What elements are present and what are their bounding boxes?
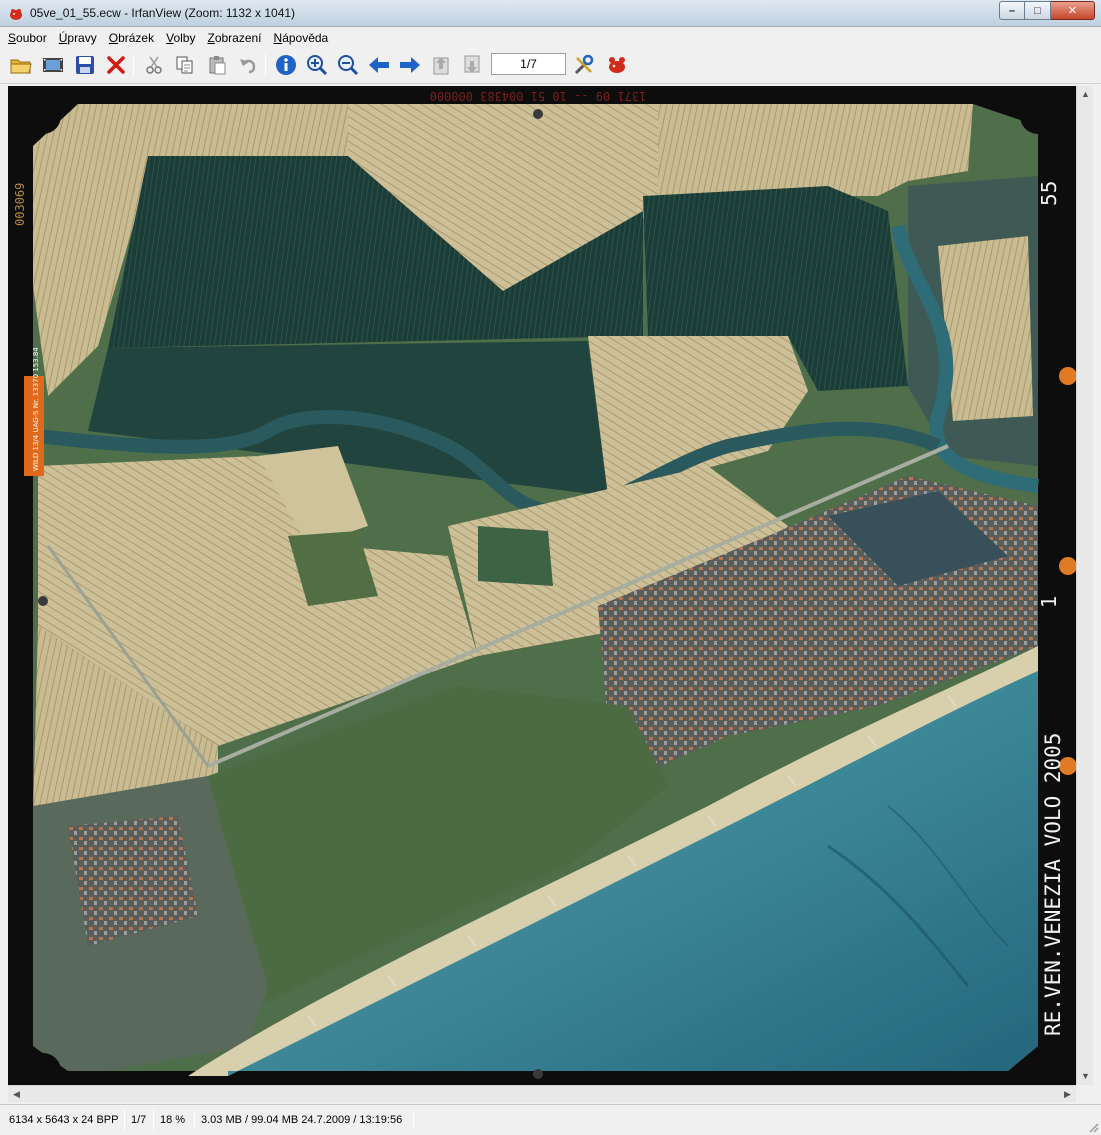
status-zoom: 18 % [160, 1114, 186, 1126]
menu-zobrazeni[interactable]: Zobrazení [207, 31, 261, 45]
save-icon[interactable] [72, 52, 98, 78]
window-controls: – □ ✕ [999, 1, 1095, 21]
status-dimensions: 6134 x 5643 x 24 BPP [9, 1114, 119, 1126]
page-up-icon[interactable] [428, 52, 454, 78]
menu-soubor[interactable]: Soubor [8, 31, 47, 45]
toolbar-separator [265, 54, 266, 76]
copy-icon[interactable] [172, 52, 198, 78]
film-frame-numbers: 1371 09 -- 10 51 004383 000000 [430, 89, 647, 103]
close-button[interactable]: ✕ [1051, 1, 1095, 20]
film-frame-number: 55 [1037, 181, 1061, 206]
page-indicator[interactable]: 1/7 [491, 53, 566, 75]
menu-bar: Soubor Úpravy Obrázek Volby Zobrazení Ná… [0, 27, 1101, 48]
scroll-right-icon[interactable]: ▶ [1059, 1086, 1076, 1103]
camera-label-text: WILD 13/4 UAG-S Nr. 13370 153.84 [32, 347, 40, 471]
status-divider [194, 1110, 195, 1130]
settings-icon[interactable] [571, 52, 597, 78]
film-caption: RE.VEN.VENEZIA VOLO 2005 [1041, 733, 1065, 1036]
title-bar: 05ve_01_55.ecw - IrfanView (Zoom: 1132 x… [0, 0, 1101, 27]
window-title: 05ve_01_55.ecw - IrfanView (Zoom: 1132 x… [30, 6, 296, 20]
image-canvas[interactable]: 1371 09 -- 10 51 004383 000000 003069 55… [8, 86, 1076, 1085]
menu-obrazek[interactable]: Obrázek [109, 31, 154, 45]
film-marker: 1 [1037, 595, 1061, 608]
zoom-out-icon[interactable] [335, 52, 361, 78]
slideshow-icon[interactable] [40, 52, 66, 78]
irfanview-app-icon[interactable] [8, 6, 24, 22]
toolbar-separator [133, 54, 134, 76]
scroll-corner [1076, 1085, 1093, 1102]
menu-napoveda[interactable]: Nápověda [274, 31, 329, 45]
scroll-left-icon[interactable]: ◀ [8, 1086, 25, 1103]
toolbar: 1/7 [0, 48, 1101, 84]
status-divider [153, 1110, 154, 1130]
next-icon[interactable] [397, 52, 423, 78]
menu-upravy[interactable]: Úpravy [59, 31, 97, 45]
previous-icon[interactable] [366, 52, 392, 78]
resize-grip-icon[interactable] [1087, 1121, 1099, 1133]
status-bar: 6134 x 5643 x 24 BPP 1/7 18 % 3.03 MB / … [0, 1104, 1101, 1135]
film-frame-code: 003069 [13, 183, 27, 226]
status-divider [124, 1110, 125, 1130]
menu-volby[interactable]: Volby [166, 31, 195, 45]
minimize-button[interactable]: – [999, 1, 1025, 20]
cut-icon[interactable] [141, 52, 167, 78]
horizontal-scrollbar[interactable]: ◀ ▶ [8, 1085, 1076, 1102]
zoom-in-icon[interactable] [304, 52, 330, 78]
maximize-button[interactable]: □ [1025, 1, 1051, 20]
irfanview-icon[interactable] [604, 52, 630, 78]
page-down-icon[interactable] [459, 52, 485, 78]
status-divider [413, 1110, 414, 1130]
aerial-photo: 1371 09 -- 10 51 004383 000000 003069 55… [8, 86, 1076, 1085]
open-folder-icon[interactable] [8, 52, 34, 78]
delete-icon[interactable] [103, 52, 129, 78]
scroll-up-icon[interactable]: ▲ [1077, 86, 1094, 103]
info-icon[interactable] [273, 52, 299, 78]
paste-icon[interactable] [204, 52, 230, 78]
status-page: 1/7 [131, 1114, 147, 1126]
undo-icon[interactable] [235, 52, 261, 78]
status-memory-date: 3.03 MB / 99.04 MB 24.7.2009 / 13:19:56 [201, 1114, 403, 1126]
vertical-scrollbar[interactable]: ▲ ▼ [1076, 86, 1093, 1085]
scroll-down-icon[interactable]: ▼ [1077, 1068, 1094, 1085]
